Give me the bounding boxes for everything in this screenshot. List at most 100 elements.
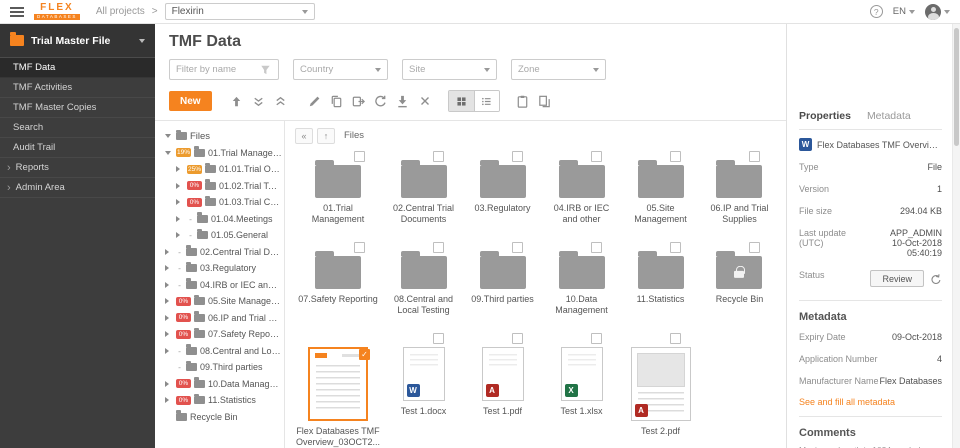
window-scrollbar[interactable] (952, 24, 960, 448)
tree-root-files[interactable]: Files (163, 128, 282, 145)
file-item[interactable]: A Test 2.pdf (622, 331, 699, 444)
tree-node[interactable]: - 01.04.Meetings (163, 211, 282, 228)
help-icon[interactable]: ? (869, 5, 883, 18)
file-item[interactable]: W Test 1.docx (385, 331, 462, 444)
caret-down-icon[interactable] (165, 150, 171, 155)
tree-node[interactable]: 25% 01.01.Trial Oversight (163, 161, 282, 178)
project-selector[interactable]: Flexirin (164, 3, 315, 20)
tab-metadata[interactable]: Metadata (867, 110, 911, 122)
item-checkbox[interactable] (748, 242, 760, 253)
folder-item[interactable]: 07.Safety Reporting (293, 240, 383, 326)
tree-node[interactable]: 0% 01.03.Trial Committee (163, 194, 282, 211)
item-checkbox[interactable] (591, 333, 602, 344)
country-select[interactable]: Country (293, 59, 388, 80)
sidebar-item-tmf-master-copies[interactable]: TMF Master Copies (0, 98, 155, 118)
zone-select[interactable]: Zone (511, 59, 606, 80)
item-checkbox[interactable] (748, 151, 760, 162)
file-item[interactable]: ✓ Flex Databases TMF Overview_03OCT2... (293, 331, 383, 447)
documents-button[interactable] (534, 91, 556, 111)
item-checkbox[interactable] (354, 242, 366, 253)
tree-node[interactable]: - 04.IRB or IEC and other Approvals (163, 277, 282, 294)
upload-button[interactable] (226, 91, 248, 111)
download-button[interactable] (392, 91, 414, 111)
item-checkbox[interactable]: ✓ (359, 349, 371, 360)
expand-all-button[interactable] (248, 91, 270, 111)
tree-node[interactable]: - 03.Regulatory (163, 260, 282, 277)
folder-item[interactable]: 03.Regulatory (464, 149, 541, 235)
go-up-button[interactable]: ↑ (317, 127, 335, 144)
folder-item[interactable]: 09.Third parties (464, 240, 541, 326)
all-projects-link[interactable]: All projects (96, 6, 145, 17)
move-button[interactable] (348, 91, 370, 111)
tree-node[interactable]: 0% 06.IP and Trial Supplies (163, 310, 282, 327)
folder-item[interactable]: 08.Central and Local Testing (385, 240, 462, 326)
edit-button[interactable] (304, 91, 326, 111)
item-checkbox[interactable] (433, 333, 444, 344)
folder-item[interactable]: 06.IP and Trial Supplies (701, 149, 778, 235)
item-checkbox[interactable] (512, 333, 523, 344)
item-checkbox[interactable] (433, 242, 444, 253)
item-checkbox[interactable] (591, 242, 602, 253)
list-view-button[interactable] (473, 91, 499, 111)
tree-node[interactable]: 0% 01.02.Trial Team (163, 178, 282, 195)
tab-properties[interactable]: Properties (799, 110, 851, 122)
sidebar-item-reports[interactable]: › Reports (0, 158, 155, 178)
caret-right-icon[interactable] (165, 347, 169, 354)
caret-right-icon[interactable] (176, 166, 180, 173)
collapse-all-button[interactable] (270, 91, 292, 111)
language-selector[interactable]: EN (893, 6, 915, 17)
sidebar-module-header[interactable]: Trial Master File (0, 24, 155, 58)
sidebar-item-tmf-data[interactable]: TMF Data (0, 58, 155, 78)
item-checkbox[interactable] (591, 151, 602, 162)
undo-icon[interactable] (930, 273, 942, 285)
scrollbar-thumb[interactable] (954, 28, 959, 146)
folder-item[interactable]: 04.IRB or IEC and other Approvals (543, 149, 620, 235)
item-checkbox[interactable] (354, 151, 366, 162)
review-status-button[interactable]: Review (870, 270, 924, 287)
caret-right-icon[interactable] (165, 397, 169, 404)
item-checkbox[interactable] (512, 242, 523, 253)
folder-item[interactable]: 11.Statistics (622, 240, 699, 326)
folder-item[interactable]: Recycle Bin (701, 240, 778, 326)
item-checkbox[interactable] (670, 242, 681, 253)
tree-node[interactable]: 0% 07.Safety Reporting (163, 326, 282, 343)
tree-node[interactable]: - 09.Third parties (163, 359, 282, 376)
item-checkbox[interactable] (433, 151, 444, 162)
hamburger-menu-icon[interactable] (10, 6, 24, 17)
user-menu[interactable] (925, 3, 950, 20)
clipboard-button[interactable] (512, 91, 534, 111)
file-item[interactable]: X Test 1.xlsx (543, 331, 620, 444)
caret-right-icon[interactable] (176, 232, 180, 239)
folder-item[interactable]: 10.Data Management (543, 240, 620, 326)
tree-node[interactable]: 0% 05.Site Management (163, 293, 282, 310)
collapse-panel-button[interactable]: « (295, 127, 313, 144)
site-select[interactable]: Site (402, 59, 497, 80)
caret-right-icon[interactable] (165, 298, 169, 305)
caret-right-icon[interactable] (165, 331, 169, 338)
sidebar-item-search[interactable]: Search (0, 118, 155, 138)
tree-node[interactable]: 0% 10.Data Management (163, 376, 282, 393)
caret-right-icon[interactable] (165, 265, 169, 272)
tree-node[interactable]: - 02.Central Trial Documents (163, 244, 282, 261)
caret-right-icon[interactable] (176, 199, 180, 206)
caret-right-icon[interactable] (165, 281, 169, 288)
copy-button[interactable] (326, 91, 348, 111)
filter-by-name-input[interactable]: Filter by name (169, 59, 279, 80)
tree-node[interactable]: 19% 01.Trial Management (163, 145, 282, 162)
sidebar-item-tmf-activities[interactable]: TMF Activities (0, 78, 155, 98)
item-checkbox[interactable] (670, 151, 681, 162)
grid-view-button[interactable] (448, 91, 474, 111)
sidebar-item-audit-trail[interactable]: Audit Trail (0, 138, 155, 158)
tree-node[interactable]: - 01.05.General (163, 227, 282, 244)
folder-item[interactable]: 01.Trial Management (293, 149, 383, 235)
refresh-button[interactable] (370, 91, 392, 111)
see-all-metadata-link[interactable]: See and fill all metadata (799, 392, 942, 409)
item-checkbox[interactable] (670, 333, 681, 344)
caret-right-icon[interactable] (165, 380, 169, 387)
file-item[interactable]: A Test 1.pdf (464, 331, 541, 444)
caret-down-icon[interactable] (165, 134, 171, 139)
sidebar-item-admin-area[interactable]: › Admin Area (0, 178, 155, 198)
caret-right-icon[interactable] (165, 248, 169, 255)
new-button[interactable]: New (169, 91, 212, 111)
caret-right-icon[interactable] (176, 182, 180, 189)
